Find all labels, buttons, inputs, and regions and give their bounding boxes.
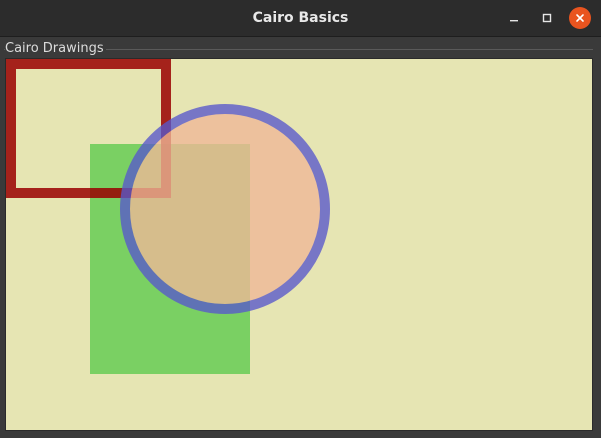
blue-outlined-circle bbox=[120, 104, 330, 314]
minimize-button[interactable] bbox=[503, 7, 525, 29]
minimize-icon bbox=[510, 20, 518, 22]
maximize-button[interactable] bbox=[536, 7, 558, 29]
frame-label: Cairo Drawings bbox=[5, 41, 106, 57]
app-window: Cairo Basics Cairo Drawings bbox=[0, 0, 601, 438]
drawing-canvas[interactable] bbox=[6, 59, 592, 430]
close-icon bbox=[576, 14, 584, 22]
maximize-icon bbox=[542, 13, 552, 23]
drawing-area-frame bbox=[5, 58, 593, 431]
titlebar[interactable]: Cairo Basics bbox=[0, 0, 601, 37]
window-content: Cairo Drawings bbox=[0, 37, 601, 438]
close-button[interactable] bbox=[569, 7, 591, 29]
